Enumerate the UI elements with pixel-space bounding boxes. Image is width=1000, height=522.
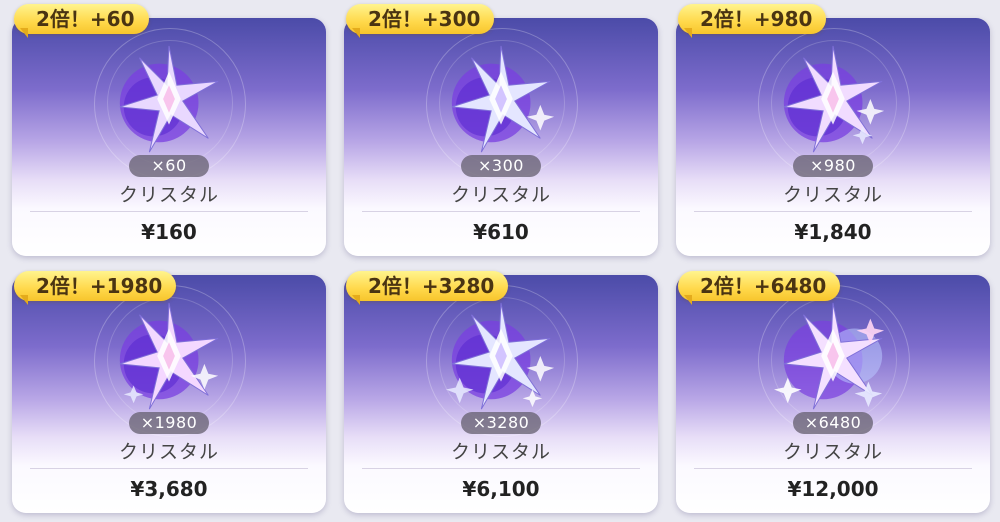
divider: [30, 211, 308, 212]
bonus-tag: 2倍！+1980: [14, 271, 177, 305]
item-name: クリスタル: [118, 441, 219, 463]
item-name: クリスタル: [450, 441, 551, 463]
bonus-tag: 2倍！+60: [14, 4, 149, 38]
item-name: クリスタル: [782, 184, 883, 206]
crystal-shop-grid: ×60 クリスタル ¥160 2倍！+60 ×300 クリスタル ¥610 2倍…: [0, 0, 1000, 522]
divider: [362, 211, 640, 212]
price-label: ¥6,100: [462, 477, 540, 501]
crystal-icon: [451, 45, 555, 153]
price-label: ¥12,000: [787, 477, 879, 501]
crystal-icon: [445, 302, 555, 410]
quantity-badge: ×300: [461, 155, 541, 177]
price-label: ¥160: [141, 220, 197, 244]
crystal-pack-card[interactable]: ×3280 クリスタル ¥6,100: [344, 275, 658, 513]
quantity-badge: ×6480: [793, 412, 873, 434]
crystal-pack-card[interactable]: ×300 クリスタル ¥610: [344, 18, 658, 256]
crystal-icon: [119, 45, 219, 153]
crystal-icon: [119, 302, 219, 410]
divider: [362, 468, 640, 469]
divider: [694, 468, 972, 469]
item-name: クリスタル: [450, 184, 551, 206]
crystal-pack-card[interactable]: ×1980 クリスタル ¥3,680: [12, 275, 326, 513]
divider: [30, 468, 308, 469]
item-name: クリスタル: [782, 441, 883, 463]
item-name: クリスタル: [118, 184, 219, 206]
crystal-pack-card[interactable]: ×980 クリスタル ¥1,840: [676, 18, 990, 256]
quantity-badge: ×60: [129, 155, 209, 177]
quantity-badge: ×3280: [461, 412, 541, 434]
bonus-tag: 2倍！+980: [678, 4, 827, 38]
price-label: ¥3,680: [130, 477, 208, 501]
quantity-badge: ×980: [793, 155, 873, 177]
divider: [694, 211, 972, 212]
crystal-icon: [774, 302, 885, 410]
price-label: ¥610: [473, 220, 529, 244]
price-label: ¥1,840: [794, 220, 872, 244]
bonus-tag: 2倍！+6480: [678, 271, 841, 305]
quantity-badge: ×1980: [129, 412, 209, 434]
bonus-tag: 2倍！+300: [346, 4, 495, 38]
crystal-icon: [783, 45, 885, 153]
crystal-pack-card[interactable]: ×60 クリスタル ¥160: [12, 18, 326, 256]
crystal-pack-card[interactable]: ×6480 クリスタル ¥12,000: [676, 275, 990, 513]
bonus-tag: 2倍！+3280: [346, 271, 509, 305]
